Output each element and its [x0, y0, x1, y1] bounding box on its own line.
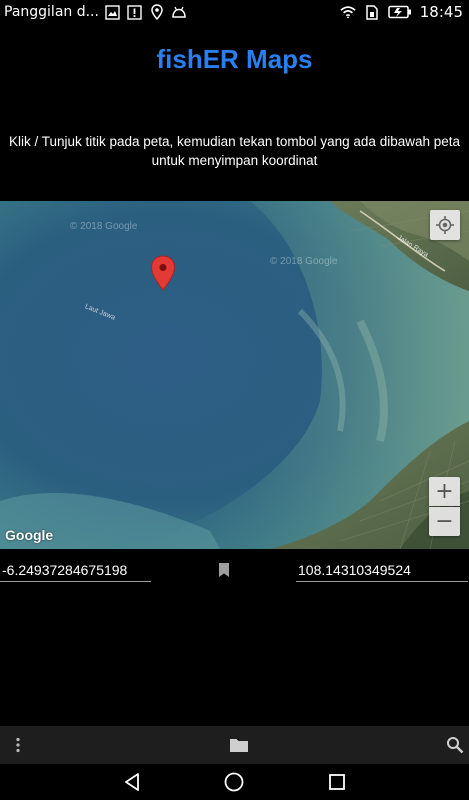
- notification-text: Panggilan d...: [4, 4, 99, 20]
- back-icon[interactable]: [120, 771, 144, 793]
- navigation-bar: [0, 764, 469, 800]
- sim-icon: [364, 4, 380, 20]
- home-icon[interactable]: [222, 771, 246, 793]
- image-icon: [105, 4, 121, 20]
- bottom-toolbar: [0, 726, 469, 764]
- status-bar: Panggilan d... 18:45: [0, 0, 469, 24]
- android-icon: [171, 4, 187, 20]
- wifi-icon: [340, 4, 356, 20]
- clock: 18:45: [419, 3, 463, 21]
- folder-icon[interactable]: [229, 736, 249, 754]
- crosshair-icon: [436, 216, 454, 234]
- coordinates-row: -6.24937284675198 108.14310349524: [0, 558, 469, 584]
- latitude-field[interactable]: -6.24937284675198: [0, 558, 151, 582]
- map-imagery: [0, 201, 469, 549]
- map-copyright: © 2018 Google: [270, 256, 338, 267]
- my-location-button[interactable]: [430, 210, 460, 240]
- bookmark-icon[interactable]: [218, 562, 230, 577]
- zoom-in-button[interactable]: +: [429, 477, 460, 506]
- more-vert-icon[interactable]: [12, 736, 24, 754]
- map-copyright: © 2018 Google: [70, 221, 138, 232]
- location-icon: [149, 4, 165, 20]
- search-icon[interactable]: [446, 736, 464, 754]
- instructions-text: Klik / Tunjuk titik pada peta, kemudian …: [8, 134, 461, 168]
- google-logo: Google: [5, 527, 54, 543]
- alert-icon: [127, 4, 143, 20]
- satellite-map[interactable]: © 2018 Google © 2018 Google Jalan Raya L…: [0, 201, 469, 549]
- zoom-out-button[interactable]: −: [429, 507, 460, 536]
- battery-icon: [388, 4, 412, 20]
- app-title: fishER Maps: [156, 44, 313, 74]
- longitude-field[interactable]: 108.14310349524: [296, 558, 468, 582]
- map-marker-icon[interactable]: [150, 255, 176, 291]
- recent-apps-icon[interactable]: [325, 771, 349, 793]
